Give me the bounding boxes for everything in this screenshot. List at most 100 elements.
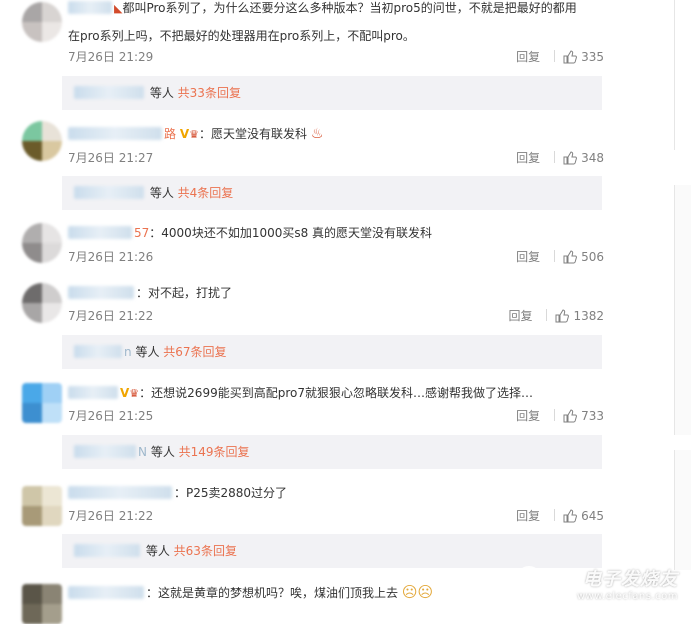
view-replies-link[interactable]: 共67条回复 xyxy=(163,345,226,359)
replies-suffix: 等人 xyxy=(135,345,160,359)
user-avatar[interactable] xyxy=(22,2,62,42)
replies-suffix: 等人 xyxy=(149,86,174,100)
comment-body: ：4000块还不如加1000买s8 真的愿天堂没有联发科 xyxy=(149,226,433,240)
watermark-logo-icon xyxy=(516,566,542,592)
view-replies-link[interactable]: 共4条回复 xyxy=(178,186,234,200)
thumb-up-icon[interactable] xyxy=(563,151,578,170)
replies-summary[interactable]: 等人 共4条回复 xyxy=(62,176,602,210)
reply-usernames xyxy=(74,544,140,557)
thumb-up-icon[interactable] xyxy=(555,309,570,328)
like-count[interactable]: 335 xyxy=(581,50,604,64)
timestamp: 7月26日 21:27 xyxy=(68,151,154,165)
comment-text: ：这就是黄章的梦想机吗？唉，煤油们顶我上去 ☹☹ xyxy=(68,582,433,603)
reply-usernames xyxy=(74,445,136,458)
comment-text-continued: 在pro系列上吗，不把最好的处理器用在pro系列上，不配叫pro。 xyxy=(68,26,415,46)
comment-text: 57：4000块还不如加1000买s8 真的愿天堂没有联发科 xyxy=(68,223,432,243)
user-avatar[interactable] xyxy=(22,223,62,263)
sad-face-icon: ☹ xyxy=(401,583,418,601)
sidebar-fragment xyxy=(674,450,691,570)
timestamp: 7月26日 21:26 xyxy=(68,250,154,264)
replies-summary[interactable]: 等人 共33条回复 xyxy=(62,76,602,110)
user-avatar[interactable] xyxy=(22,486,62,526)
reply-usernames xyxy=(74,186,144,199)
divider xyxy=(554,409,556,421)
reply-usernames xyxy=(74,345,122,358)
replies-summary[interactable]: 等人 共63条回复 xyxy=(62,534,602,568)
comment-text: ◣都叫Pro系列了，为什么还要分这么多种版本？当初pro5的问世，不就是把最好的… xyxy=(68,0,577,19)
comment-body: 都叫Pro系列了，为什么还要分这么多种版本？当初pro5的问世，不就是把最好的都… xyxy=(122,1,577,15)
replies-summary[interactable]: N 等人 共149条回复 xyxy=(62,435,602,469)
user-avatar[interactable] xyxy=(22,383,62,423)
replies-suffix: 等人 xyxy=(145,544,170,558)
divider xyxy=(554,250,556,262)
sad-face-icon: ☹ xyxy=(417,583,434,601)
like-count[interactable]: 348 xyxy=(581,151,604,165)
like-count[interactable]: 1382 xyxy=(573,309,604,323)
thumb-up-icon[interactable] xyxy=(563,409,578,428)
comment-actions: 回复 733 xyxy=(516,407,604,428)
badge-icon: ♛ xyxy=(189,128,200,141)
reply-button[interactable]: 回复 xyxy=(516,50,540,64)
comment-feed: ◣都叫Pro系列了，为什么还要分这么多种版本？当初pro5的问世，不就是把最好的… xyxy=(0,0,618,624)
comment-text: ：对不起，打扰了 xyxy=(68,283,232,303)
user-avatar[interactable] xyxy=(22,283,62,323)
fire-icon: ♨ xyxy=(310,126,324,142)
username[interactable] xyxy=(68,226,132,239)
comment-actions: 回复 645 xyxy=(516,507,604,528)
timestamp: 7月26日 21:22 xyxy=(68,509,154,523)
username-tail[interactable]: 57 xyxy=(134,226,149,240)
username[interactable] xyxy=(68,286,134,299)
replies-prefix: N xyxy=(138,445,147,459)
replies-prefix: n xyxy=(124,345,132,359)
comment-body: ：对不起，打扰了 xyxy=(136,286,233,300)
username[interactable] xyxy=(68,586,144,599)
timestamp: 7月26日 21:25 xyxy=(68,409,154,423)
like-count[interactable]: 733 xyxy=(581,409,604,423)
username[interactable] xyxy=(68,1,112,14)
badge-icon: ♛ xyxy=(129,387,140,400)
timestamp: 7月26日 21:22 xyxy=(68,309,154,323)
reply-button[interactable]: 回复 xyxy=(516,151,540,165)
sidebar-edge xyxy=(672,0,692,610)
watermark-title: 电子发烧友 xyxy=(583,569,678,590)
username[interactable] xyxy=(68,127,162,140)
comment-actions: 回复 348 xyxy=(516,149,604,170)
thumb-up-icon[interactable] xyxy=(563,509,578,528)
timestamp: 7月26日 21:29 xyxy=(68,50,154,64)
replies-suffix: 等人 xyxy=(150,445,175,459)
username[interactable] xyxy=(68,486,172,499)
sidebar-fragment xyxy=(674,0,691,150)
comment-body: ：还想说2699能买到高配pro7就狠狠心忽略联发科…感谢帮我做了选择… xyxy=(139,386,533,400)
view-replies-link[interactable]: 共63条回复 xyxy=(174,544,237,558)
watermark: 电子发烧友 www.elecfans.com xyxy=(577,565,678,602)
like-count[interactable]: 645 xyxy=(581,509,604,523)
username-tail[interactable]: 路 xyxy=(164,127,176,141)
like-count[interactable]: 506 xyxy=(581,250,604,264)
view-replies-link[interactable]: 共149条回复 xyxy=(179,445,250,459)
comment-text: 路 V♛：愿天堂没有联发科 ♨ xyxy=(68,124,323,145)
comment-body: ：愿天堂没有联发科 xyxy=(199,127,308,141)
comment-body: ：P25卖2880过分了 xyxy=(174,486,288,500)
divider xyxy=(554,50,556,62)
comment-text: V♛：还想说2699能买到高配pro7就狠狠心忽略联发科…感谢帮我做了选择… xyxy=(68,383,533,404)
reply-button[interactable]: 回复 xyxy=(516,250,540,264)
reply-button[interactable]: 回复 xyxy=(508,309,532,323)
divider xyxy=(554,509,556,521)
reply-button[interactable]: 回复 xyxy=(516,509,540,523)
view-replies-link[interactable]: 共33条回复 xyxy=(178,86,241,100)
comment-actions: 回复 506 xyxy=(516,248,604,269)
username[interactable] xyxy=(68,386,118,399)
comment-text: ：P25卖2880过分了 xyxy=(68,483,287,503)
comment-body: ：这就是黄章的梦想机吗？唉，煤油们顶我上去 xyxy=(146,586,399,600)
reply-usernames xyxy=(74,86,144,99)
thumb-up-icon[interactable] xyxy=(563,250,578,269)
replies-summary[interactable]: n 等人 共67条回复 xyxy=(62,335,602,369)
user-avatar[interactable] xyxy=(22,584,62,624)
thumb-up-icon[interactable] xyxy=(563,50,578,69)
replies-suffix: 等人 xyxy=(149,186,174,200)
user-avatar[interactable] xyxy=(22,121,62,161)
reply-button[interactable]: 回复 xyxy=(516,409,540,423)
comment-actions: 回复 1382 xyxy=(508,307,604,328)
comment-body-line2: 在pro系列上吗，不把最好的处理器用在pro系列上，不配叫pro。 xyxy=(68,29,415,43)
divider xyxy=(546,309,548,321)
